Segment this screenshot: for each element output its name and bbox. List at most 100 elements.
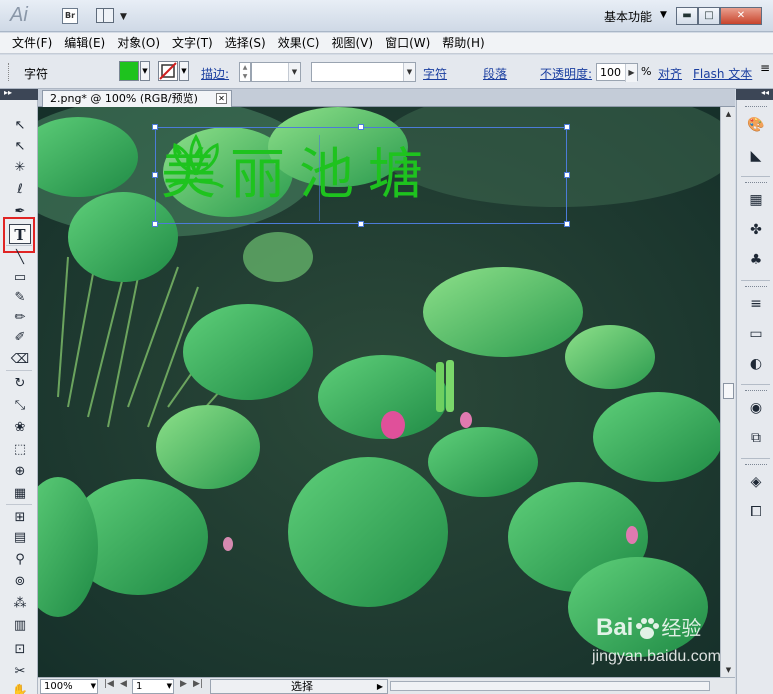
chevron-down-icon[interactable]: ▼ bbox=[91, 680, 96, 693]
menu-help[interactable]: 帮助(H) bbox=[436, 33, 490, 53]
stroke-weight-stepper[interactable]: ▲ ▼ bbox=[239, 62, 251, 82]
scroll-down-icon[interactable]: ▼ bbox=[721, 663, 736, 677]
grip-handle[interactable] bbox=[8, 63, 11, 81]
scroll-up-icon[interactable]: ▲ bbox=[721, 107, 736, 121]
menu-file[interactable]: 文件(F) bbox=[6, 33, 58, 53]
vertical-scrollbar[interactable]: ▲ ▼ bbox=[720, 107, 735, 677]
rectangle-tool[interactable]: ▭ bbox=[9, 268, 31, 288]
panel-dock-header[interactable]: ◂◂ bbox=[736, 88, 773, 100]
chevron-down-icon[interactable]: ▼ bbox=[167, 680, 172, 693]
blend-tool[interactable]: ⊚ bbox=[9, 572, 31, 592]
pen-tool[interactable]: ✒ bbox=[9, 202, 31, 222]
panel-group-grip[interactable] bbox=[745, 464, 767, 467]
previous-artboard-icon[interactable]: ◀ bbox=[120, 679, 127, 689]
appearance-panel-icon[interactable]: ◉ bbox=[746, 398, 766, 418]
rotate-tool[interactable]: ↻ bbox=[9, 374, 31, 394]
column-graph-tool[interactable]: ▥ bbox=[9, 616, 31, 636]
font-family-field[interactable]: ▼ bbox=[311, 62, 416, 82]
direct-selection-tool[interactable]: ↖ bbox=[9, 137, 31, 157]
zoom-field[interactable]: 100% ▼ bbox=[40, 679, 98, 694]
flash-text-link[interactable]: Flash 文本 bbox=[693, 65, 752, 82]
resize-handle-se[interactable] bbox=[564, 221, 570, 227]
maximize-button[interactable]: □ bbox=[698, 7, 720, 25]
artboards-panel-icon[interactable]: ⧠ bbox=[746, 502, 766, 522]
menu-effect[interactable]: 效果(C) bbox=[272, 33, 326, 53]
warp-tool[interactable]: ❀ bbox=[9, 418, 31, 438]
symbols-panel-icon[interactable]: ♣ bbox=[746, 250, 766, 270]
character-link[interactable]: 字符 bbox=[423, 65, 447, 82]
pencil-tool[interactable]: ✏ bbox=[9, 308, 31, 328]
lasso-tool[interactable]: ℓ bbox=[9, 180, 31, 200]
line-tool[interactable]: ╲ bbox=[9, 248, 31, 268]
eyedropper-tool[interactable]: ⚲ bbox=[9, 550, 31, 570]
paragraph-link[interactable]: 段落 bbox=[483, 65, 507, 82]
free-transform-tool[interactable]: ⬚ bbox=[9, 440, 31, 460]
menu-object[interactable]: 对象(O) bbox=[111, 33, 166, 53]
selection-bounding-box[interactable] bbox=[155, 127, 567, 224]
menu-view[interactable]: 视图(V) bbox=[325, 33, 379, 53]
paintbrush-tool[interactable]: ✎ bbox=[9, 288, 31, 308]
menu-window[interactable]: 窗口(W) bbox=[379, 33, 436, 53]
resize-handle-s[interactable] bbox=[358, 221, 364, 227]
scale-tool[interactable]: ⤡ bbox=[9, 396, 31, 416]
scroll-thumb[interactable] bbox=[723, 383, 734, 399]
menu-type[interactable]: 文字(T) bbox=[166, 33, 219, 53]
stroke-panel-icon[interactable]: ≡ bbox=[746, 294, 766, 314]
minimize-button[interactable]: ▬ bbox=[676, 7, 698, 25]
eraser-tool[interactable]: ⌫ bbox=[9, 350, 31, 370]
artboard-tool[interactable]: ⊡ bbox=[9, 640, 31, 660]
chevron-down-icon[interactable]: ▼ bbox=[140, 61, 150, 81]
gradient-tool[interactable]: ▤ bbox=[9, 528, 31, 548]
gradient-panel-icon[interactable]: ▭ bbox=[746, 324, 766, 344]
swatches-panel-icon[interactable]: ▦ bbox=[746, 190, 766, 210]
next-artboard-icon[interactable]: ▶ bbox=[180, 679, 187, 689]
stroke-color-swatch[interactable] bbox=[158, 61, 178, 81]
type-tool[interactable]: T bbox=[9, 224, 31, 244]
hand-tool[interactable]: ✋ bbox=[9, 682, 31, 694]
last-artboard-icon[interactable]: ▶| bbox=[193, 679, 203, 689]
opacity-field[interactable]: 100 ▶ bbox=[596, 63, 638, 82]
panel-group-grip[interactable] bbox=[745, 106, 767, 109]
panel-group-grip[interactable] bbox=[745, 286, 767, 289]
blob-brush-tool[interactable]: ✐ bbox=[9, 328, 31, 348]
color-panel-icon[interactable]: 🎨 bbox=[746, 115, 766, 135]
close-button[interactable]: ✕ bbox=[720, 7, 762, 25]
panel-menu-icon[interactable]: ≡ bbox=[760, 61, 770, 75]
chevron-down-icon[interactable]: ▼ bbox=[288, 63, 300, 81]
panel-group-grip[interactable] bbox=[745, 390, 767, 393]
magic-wand-tool[interactable]: ✳ bbox=[9, 158, 31, 178]
collapse-icon[interactable]: ▸▸ bbox=[4, 88, 12, 97]
artboard-field[interactable]: 1 ▼ bbox=[132, 679, 174, 694]
fill-color-swatch[interactable] bbox=[119, 61, 139, 81]
shape-builder-tool[interactable]: ⊕ bbox=[9, 462, 31, 482]
transparency-panel-icon[interactable]: ◐ bbox=[746, 354, 766, 374]
chevron-down-icon[interactable]: ▼ bbox=[660, 10, 667, 20]
close-icon[interactable]: ✕ bbox=[216, 93, 227, 104]
horizontal-scrollbar[interactable] bbox=[390, 681, 710, 691]
graphic-styles-panel-icon[interactable]: ⧉ bbox=[746, 428, 766, 448]
resize-handle-nw[interactable] bbox=[152, 124, 158, 130]
brushes-panel-icon[interactable]: ✤ bbox=[746, 220, 766, 240]
selection-tool[interactable]: ↖ bbox=[9, 116, 31, 136]
first-artboard-icon[interactable]: |◀ bbox=[104, 679, 114, 689]
opacity-link[interactable]: 不透明度: bbox=[540, 65, 592, 82]
stroke-weight-field[interactable]: ▼ bbox=[251, 62, 301, 82]
symbol-sprayer-tool[interactable]: ⁂ bbox=[9, 594, 31, 614]
collapse-icon[interactable]: ◂◂ bbox=[761, 88, 769, 97]
layers-panel-icon[interactable]: ◈ bbox=[746, 472, 766, 492]
color-guide-panel-icon[interactable]: ◣ bbox=[746, 146, 766, 166]
bridge-button[interactable]: Br bbox=[62, 8, 78, 24]
resize-handle-w[interactable] bbox=[152, 172, 158, 178]
artboard-canvas[interactable]: 美丽 池塘 bbox=[38, 107, 720, 677]
resize-handle-e[interactable] bbox=[564, 172, 570, 178]
menu-select[interactable]: 选择(S) bbox=[219, 33, 272, 53]
panel-group-grip[interactable] bbox=[745, 182, 767, 185]
resize-handle-n[interactable] bbox=[358, 124, 364, 130]
chevron-right-icon[interactable]: ▶ bbox=[625, 64, 637, 82]
status-menu[interactable]: 选择 ▶ bbox=[210, 679, 388, 694]
workspace-switcher[interactable]: 基本功能 bbox=[604, 8, 652, 25]
align-link[interactable]: 对齐 bbox=[658, 65, 682, 82]
toolbox-header[interactable]: ▸▸ bbox=[0, 88, 38, 100]
resize-handle-sw[interactable] bbox=[152, 221, 158, 227]
stroke-link[interactable]: 描边: bbox=[201, 65, 229, 82]
